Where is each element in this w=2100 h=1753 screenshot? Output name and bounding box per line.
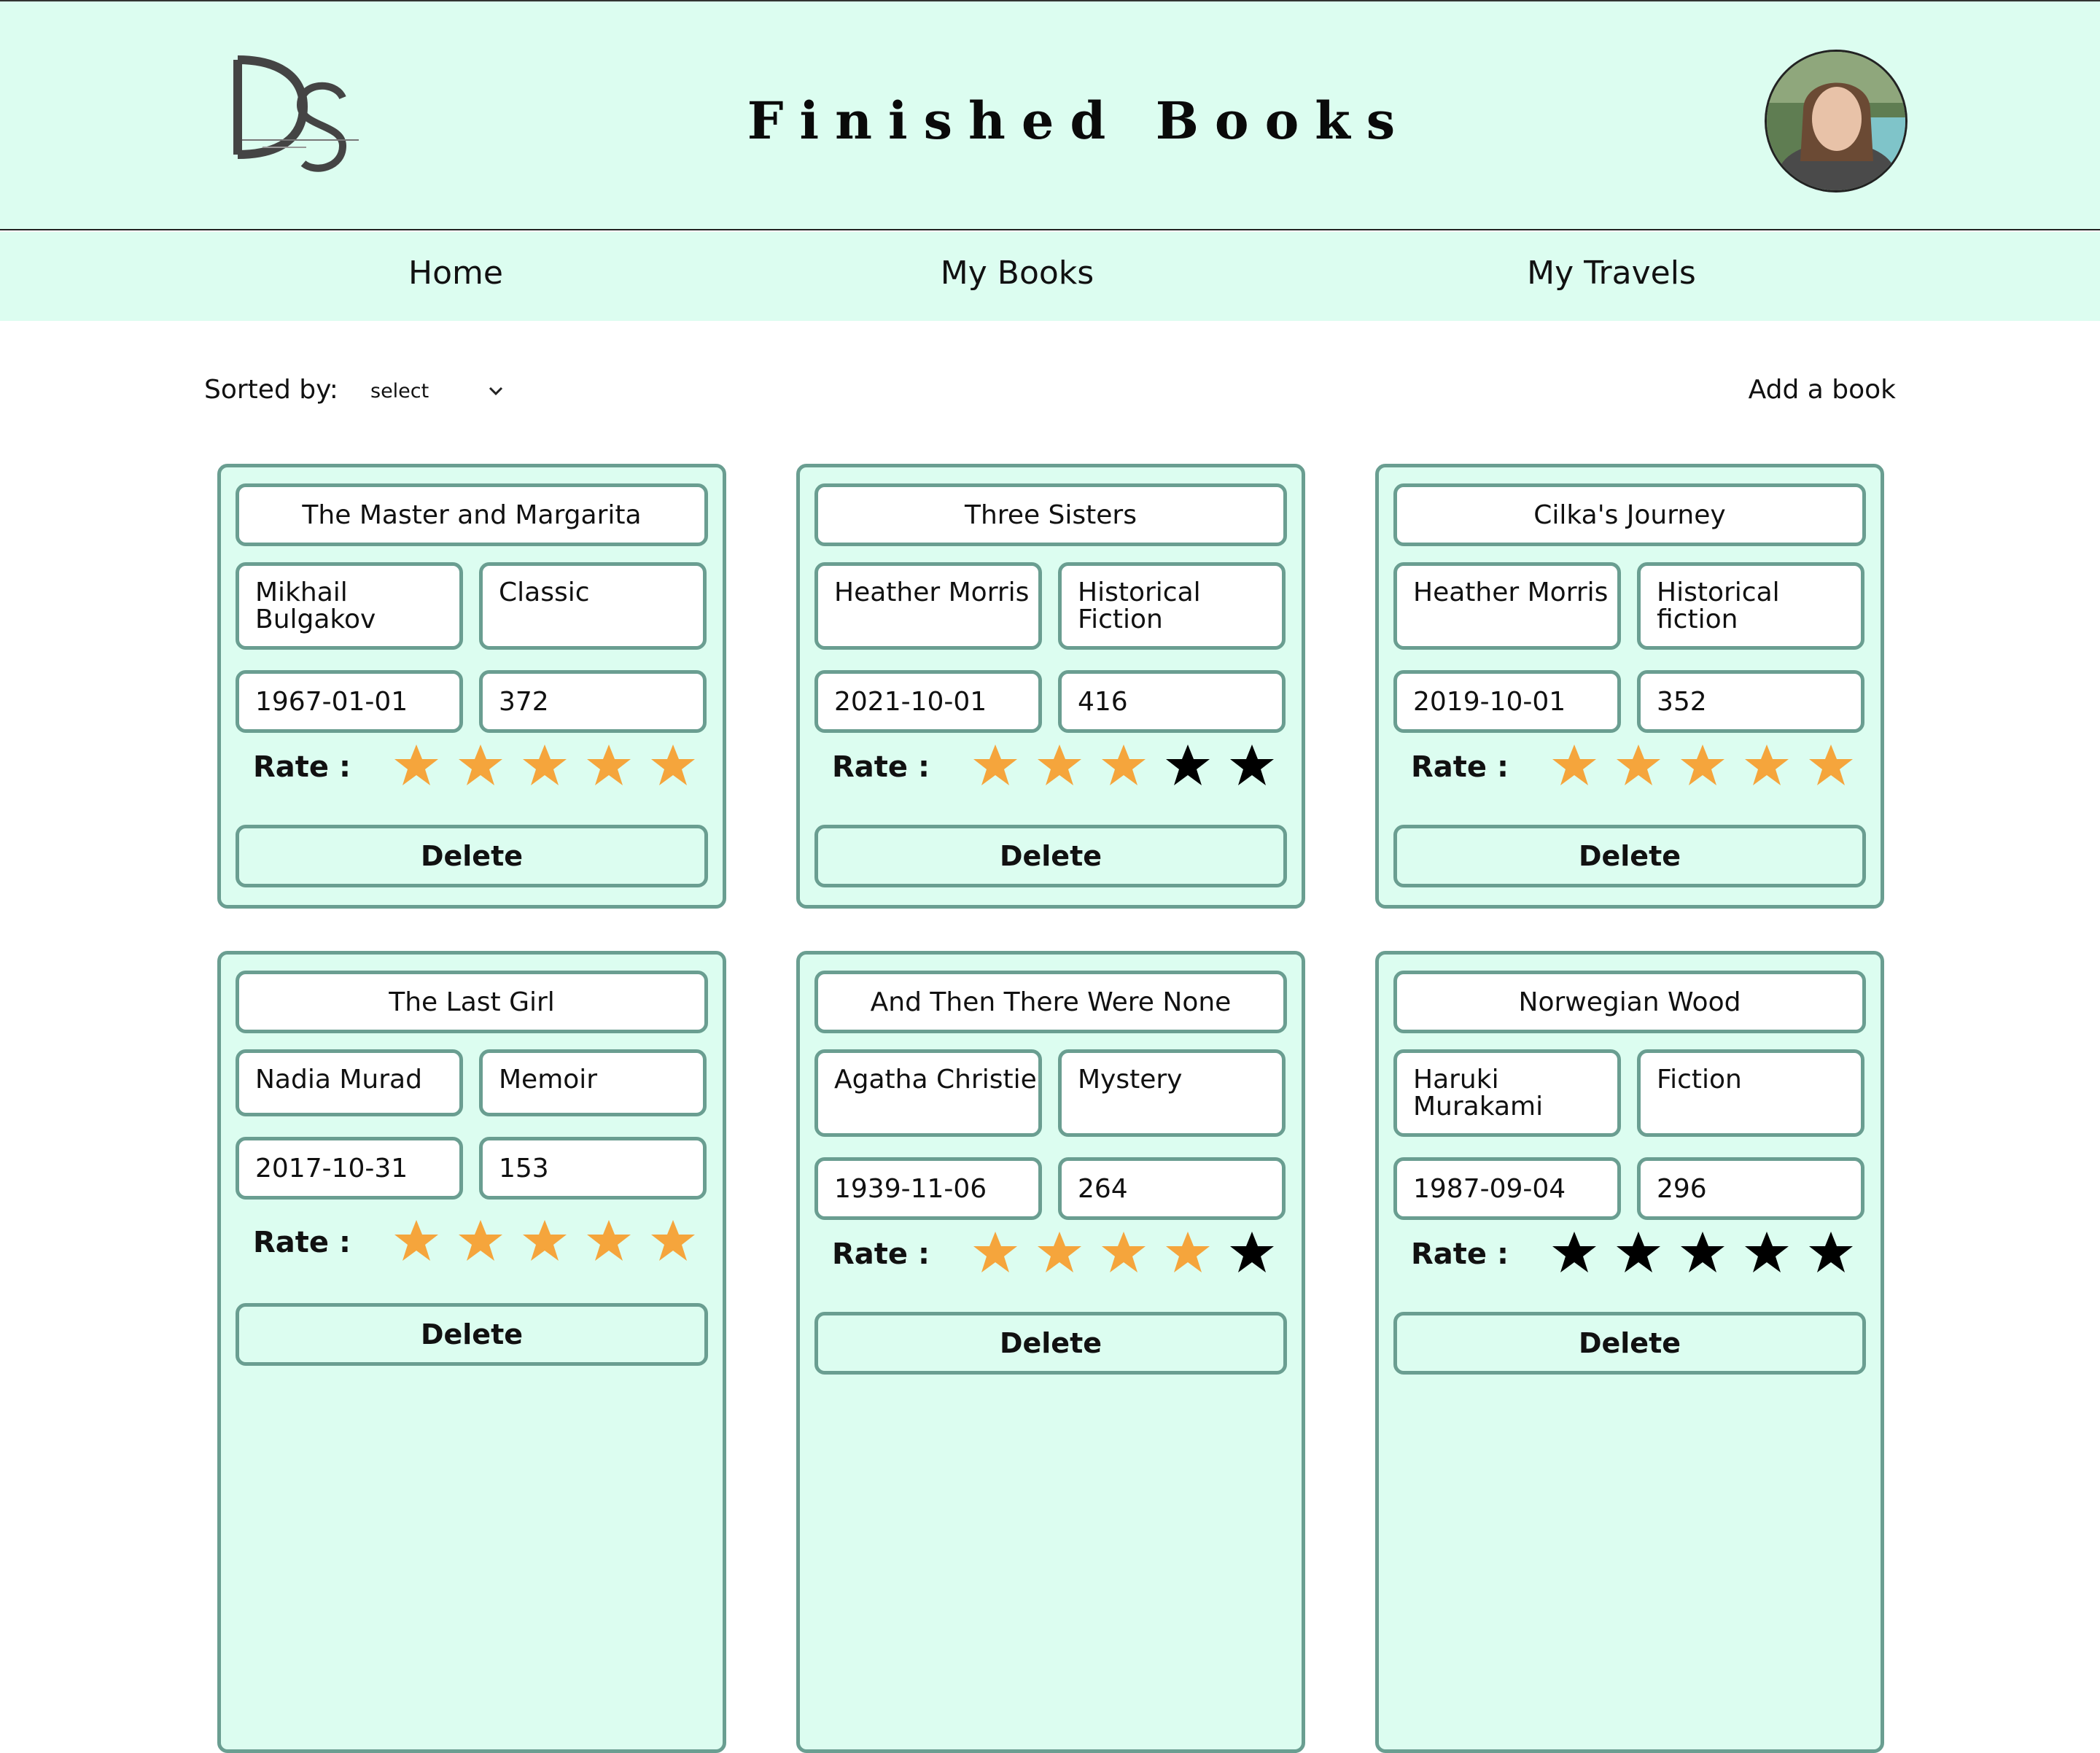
star-icon[interactable] bbox=[1229, 742, 1275, 788]
book-author-field[interactable]: Mikhail Bulgakov bbox=[236, 562, 463, 650]
star-icon[interactable] bbox=[650, 742, 696, 788]
book-title-field[interactable]: Norwegian Wood bbox=[1393, 971, 1866, 1033]
book-author-field[interactable]: Nadia Murad bbox=[236, 1049, 463, 1116]
book-pages-field[interactable]: 296 bbox=[1637, 1157, 1864, 1220]
book-genre-field[interactable]: Historical fiction bbox=[1637, 562, 1864, 650]
star-icon[interactable] bbox=[457, 742, 504, 788]
book-title-field[interactable]: And Then There Were None bbox=[814, 971, 1287, 1033]
book-genre-field[interactable]: Memoir bbox=[479, 1049, 707, 1116]
star-icon[interactable] bbox=[1808, 1229, 1854, 1275]
sort-label: Sorted by: bbox=[204, 375, 338, 405]
star-icon[interactable] bbox=[1743, 1229, 1790, 1275]
star-icon[interactable] bbox=[1743, 742, 1790, 788]
book-card: Norwegian Wood Haruki Murakami Fiction 1… bbox=[1375, 951, 1884, 1753]
rate-label: Rate : bbox=[832, 1237, 930, 1271]
profile-avatar[interactable] bbox=[1765, 50, 1908, 193]
book-author-field[interactable]: Haruki Murakami bbox=[1393, 1049, 1621, 1137]
add-book-link[interactable]: Add a book bbox=[1749, 375, 1896, 405]
chevron-down-icon bbox=[481, 373, 510, 410]
book-date-field[interactable]: 1967-01-01 bbox=[236, 670, 463, 733]
book-genre-field[interactable]: Fiction bbox=[1637, 1049, 1864, 1137]
star-icon[interactable] bbox=[1036, 742, 1083, 788]
book-card: The Master and Margarita Mikhail Bulgako… bbox=[217, 464, 726, 909]
star-icon[interactable] bbox=[972, 742, 1019, 788]
book-date-field[interactable]: 1939-11-06 bbox=[814, 1157, 1042, 1220]
star-icon[interactable] bbox=[1100, 742, 1147, 788]
star-rating[interactable] bbox=[1551, 742, 1879, 793]
rate-label: Rate : bbox=[253, 750, 351, 784]
book-genre-field[interactable]: Mystery bbox=[1058, 1049, 1286, 1137]
star-icon[interactable] bbox=[1551, 1229, 1598, 1275]
book-card: And Then There Were None Agatha Christie… bbox=[796, 951, 1305, 1753]
book-pages-field[interactable]: 372 bbox=[479, 670, 707, 733]
star-icon[interactable] bbox=[1551, 742, 1598, 788]
book-genre-field[interactable]: Historical Fiction bbox=[1058, 562, 1286, 650]
book-pages-field[interactable]: 352 bbox=[1637, 670, 1864, 733]
book-author-field[interactable]: Heather Morris bbox=[1393, 562, 1621, 650]
book-pages-field[interactable]: 153 bbox=[479, 1137, 707, 1200]
star-icon[interactable] bbox=[1679, 742, 1726, 788]
page-header: Finished Books bbox=[0, 0, 2100, 230]
star-icon[interactable] bbox=[521, 742, 568, 788]
star-icon[interactable] bbox=[972, 1229, 1019, 1275]
book-title-field[interactable]: The Last Girl bbox=[236, 971, 708, 1033]
star-icon[interactable] bbox=[457, 1217, 504, 1264]
book-date-field[interactable]: 2019-10-01 bbox=[1393, 670, 1621, 733]
book-title-field[interactable]: The Master and Margarita bbox=[236, 483, 708, 546]
nav-item-home[interactable]: Home bbox=[365, 248, 547, 299]
delete-button[interactable]: Delete bbox=[1393, 825, 1866, 887]
sort-select[interactable]: select bbox=[362, 373, 515, 410]
book-card: The Last Girl Nadia Murad Memoir 2017-10… bbox=[217, 951, 726, 1753]
book-date-field[interactable]: 2021-10-01 bbox=[814, 670, 1042, 733]
book-card: Cilka's Journey Heather Morris Historica… bbox=[1375, 464, 1884, 909]
star-icon[interactable] bbox=[1164, 1229, 1211, 1275]
book-title-field[interactable]: Cilka's Journey bbox=[1393, 483, 1866, 546]
star-icon[interactable] bbox=[1164, 742, 1211, 788]
delete-button[interactable]: Delete bbox=[1393, 1312, 1866, 1375]
book-author-field[interactable]: Agatha Christie bbox=[814, 1049, 1042, 1137]
book-title-field[interactable]: Three Sisters bbox=[814, 483, 1287, 546]
book-genre-field[interactable]: Classic bbox=[479, 562, 707, 650]
star-icon[interactable] bbox=[1229, 1229, 1275, 1275]
delete-button[interactable]: Delete bbox=[236, 825, 708, 887]
star-rating[interactable] bbox=[393, 742, 721, 793]
star-icon[interactable] bbox=[1036, 1229, 1083, 1275]
book-date-field[interactable]: 2017-10-31 bbox=[236, 1137, 463, 1200]
star-icon[interactable] bbox=[586, 1217, 632, 1264]
star-rating[interactable] bbox=[972, 742, 1300, 793]
star-icon[interactable] bbox=[393, 742, 440, 788]
star-icon[interactable] bbox=[586, 742, 632, 788]
book-pages-field[interactable]: 264 bbox=[1058, 1157, 1286, 1220]
star-icon[interactable] bbox=[1679, 1229, 1726, 1275]
star-icon[interactable] bbox=[1100, 1229, 1147, 1275]
nav-item-my-travels[interactable]: My Travels bbox=[1488, 248, 1735, 299]
book-date-field[interactable]: 1987-09-04 bbox=[1393, 1157, 1621, 1220]
star-icon[interactable] bbox=[393, 1217, 440, 1264]
star-rating[interactable] bbox=[393, 1217, 721, 1268]
sort-select-value: select bbox=[370, 380, 429, 403]
book-pages-field[interactable]: 416 bbox=[1058, 670, 1286, 733]
book-card: Three Sisters Heather Morris Historical … bbox=[796, 464, 1305, 909]
main-nav: Home My Books My Travels bbox=[0, 232, 2100, 321]
star-icon[interactable] bbox=[521, 1217, 568, 1264]
star-icon[interactable] bbox=[650, 1217, 696, 1264]
book-author-field[interactable]: Heather Morris bbox=[814, 562, 1042, 650]
rate-label: Rate : bbox=[832, 750, 930, 784]
delete-button[interactable]: Delete bbox=[814, 1312, 1287, 1375]
rate-label: Rate : bbox=[1411, 1237, 1509, 1271]
star-icon[interactable] bbox=[1615, 742, 1662, 788]
rate-label: Rate : bbox=[253, 1226, 351, 1259]
star-rating[interactable] bbox=[1551, 1229, 1879, 1280]
star-icon[interactable] bbox=[1808, 742, 1854, 788]
rate-label: Rate : bbox=[1411, 750, 1509, 784]
nav-item-my-books[interactable]: My Books bbox=[904, 248, 1130, 299]
delete-button[interactable]: Delete bbox=[814, 825, 1287, 887]
star-rating[interactable] bbox=[972, 1229, 1300, 1280]
star-icon[interactable] bbox=[1615, 1229, 1662, 1275]
